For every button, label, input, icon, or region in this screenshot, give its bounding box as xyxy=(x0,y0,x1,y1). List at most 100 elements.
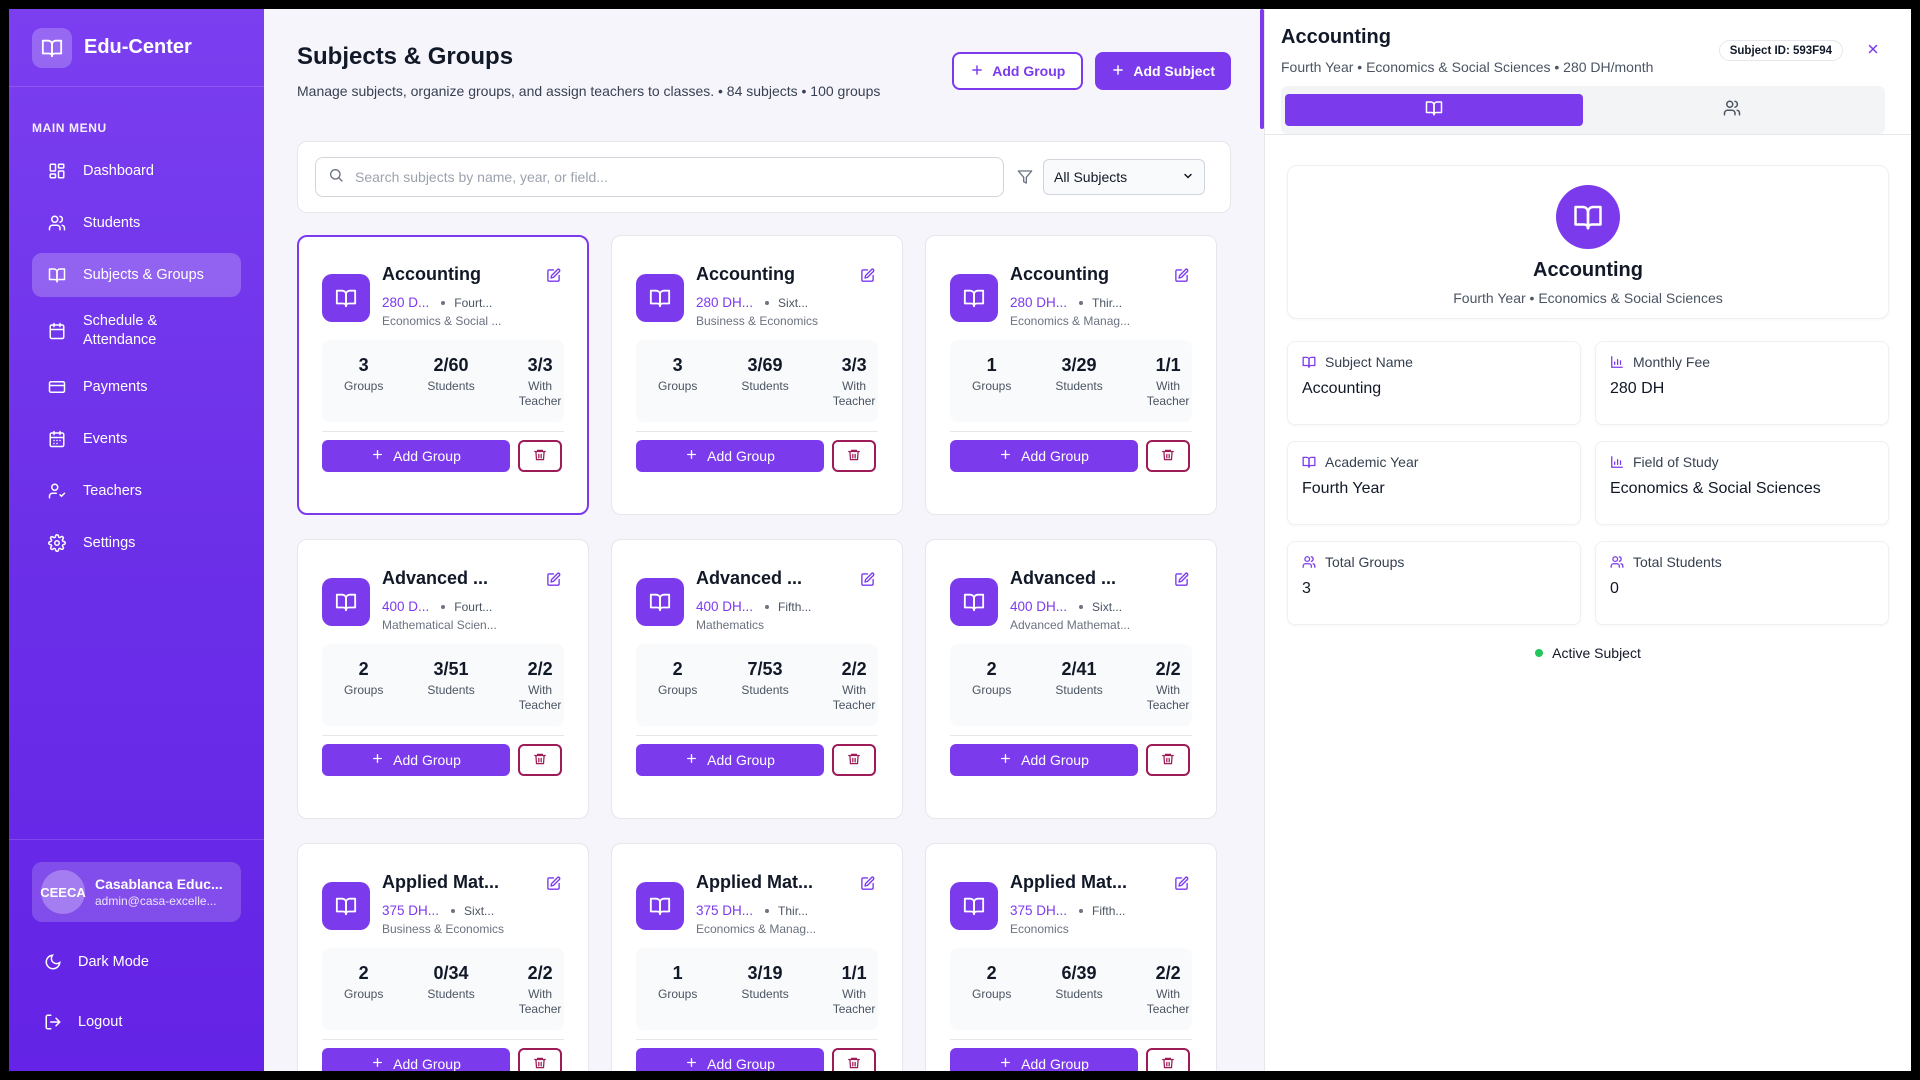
card-add-group-button[interactable]: Add Group xyxy=(636,744,824,776)
subject-card[interactable]: Advanced ... 400 D... Fourt... Mathemati… xyxy=(297,539,589,819)
delete-button[interactable] xyxy=(832,744,876,776)
subject-card[interactable]: Applied Mat... 375 DH... Fifth... Econom… xyxy=(925,843,1217,1071)
gear-icon xyxy=(48,534,66,552)
sidebar-item-settings[interactable]: Settings xyxy=(32,521,241,565)
subject-card[interactable]: Accounting 280 D... Fourt... Economics &… xyxy=(297,235,589,515)
add-subject-button[interactable]: Add Subject xyxy=(1095,52,1231,90)
logout-button[interactable]: Logout xyxy=(32,1002,241,1042)
teacher-icon xyxy=(48,482,66,500)
brand[interactable]: Edu-Center xyxy=(9,9,264,87)
edit-icon[interactable] xyxy=(542,568,564,590)
card-add-group-button[interactable]: Add Group xyxy=(950,1048,1138,1071)
tab-overview[interactable] xyxy=(1285,94,1583,126)
with-teacher-label: With Teacher xyxy=(1146,683,1190,712)
add-group-label: Add Group xyxy=(1021,752,1089,768)
edit-icon[interactable] xyxy=(1170,872,1192,894)
book-icon xyxy=(950,274,998,322)
subject-stats: 1 Groups 3/19 Students 1/1 With Teacher xyxy=(636,948,878,1030)
logout-label: Logout xyxy=(78,1014,123,1030)
card-add-group-button[interactable]: Add Group xyxy=(950,440,1138,472)
sidebar-item-payments[interactable]: Payments xyxy=(32,365,241,409)
subject-field: Economics & Manag... xyxy=(1010,314,1131,328)
edit-icon[interactable] xyxy=(856,872,878,894)
close-icon[interactable] xyxy=(1865,41,1881,57)
card-add-group-button[interactable]: Add Group xyxy=(950,744,1138,776)
details-subtitle: Fourth Year • Economics & Social Science… xyxy=(1281,59,1654,75)
delete-button[interactable] xyxy=(1146,744,1190,776)
groups-count: 2 xyxy=(672,659,683,679)
subject-card[interactable]: Advanced ... 400 DH... Fifth... Mathemat… xyxy=(611,539,903,819)
card-add-group-button[interactable]: Add Group xyxy=(322,440,510,472)
subject-card[interactable]: Applied Mat... 375 DH... Thir... Economi… xyxy=(611,843,903,1071)
delete-button[interactable] xyxy=(832,440,876,472)
tab-groups[interactable] xyxy=(1583,94,1881,126)
subject-card[interactable]: Accounting 280 DH... Thir... Economics &… xyxy=(925,235,1217,515)
plus-icon xyxy=(970,63,984,80)
edit-icon[interactable] xyxy=(1170,568,1192,590)
edit-icon[interactable] xyxy=(1170,264,1192,286)
add-group-button[interactable]: Add Group xyxy=(952,52,1084,90)
add-group-label: Add Group xyxy=(393,448,461,464)
add-group-label: Add Group xyxy=(707,752,775,768)
info-label: Total Groups xyxy=(1325,554,1405,570)
delete-button[interactable] xyxy=(518,440,562,472)
separator-dot xyxy=(765,908,770,913)
book-icon xyxy=(1302,455,1316,469)
edit-icon[interactable] xyxy=(542,264,564,286)
subject-card[interactable]: Advanced ... 400 DH... Sixt... Advanced … xyxy=(925,539,1217,819)
sidebar-item-label: Payments xyxy=(83,378,148,395)
groups-count: 2 xyxy=(358,659,369,679)
groups-label: Groups xyxy=(344,379,384,393)
info-label: Monthly Fee xyxy=(1633,354,1711,370)
separator-dot xyxy=(441,300,446,305)
sidebar-item-schedule-attendance[interactable]: Schedule & Attendance xyxy=(32,305,241,357)
sidebar-item-events[interactable]: Events xyxy=(32,417,241,461)
trash-icon xyxy=(533,752,547,769)
edit-icon[interactable] xyxy=(856,568,878,590)
sidebar-item-subjects-groups[interactable]: Subjects & Groups xyxy=(32,253,241,297)
card-add-group-button[interactable]: Add Group xyxy=(322,744,510,776)
delete-button[interactable] xyxy=(1146,440,1190,472)
subject-title: Accounting xyxy=(696,264,795,284)
subject-year: Fifth... xyxy=(778,599,812,614)
students-label: Students xyxy=(741,379,789,393)
user-profile-card[interactable]: CEECA Casablanca Educ... admin@casa-exce… xyxy=(32,862,241,922)
separator-dot xyxy=(1079,908,1084,913)
sidebar-item-dashboard[interactable]: Dashboard xyxy=(32,149,241,193)
subject-title: Advanced ... xyxy=(382,568,489,588)
sidebar-item-students[interactable]: Students xyxy=(32,201,241,245)
delete-button[interactable] xyxy=(518,1048,562,1071)
chevron-down-icon xyxy=(1182,169,1194,185)
info-value: Fourth Year xyxy=(1302,480,1385,497)
user-email: admin@casa-excelle... xyxy=(95,894,217,908)
subject-card[interactable]: Accounting 280 DH... Sixt... Business & … xyxy=(611,235,903,515)
info-value: Economics & Social Sciences xyxy=(1610,480,1821,497)
delete-button[interactable] xyxy=(1146,1048,1190,1071)
sidebar-item-teachers[interactable]: Teachers xyxy=(32,469,241,513)
main-menu: Dashboard Students Subjects & Groups Sch… xyxy=(9,149,264,565)
search-input[interactable] xyxy=(355,169,991,185)
details-tabs xyxy=(1281,86,1885,134)
trash-icon xyxy=(533,448,547,465)
students-count: 3/29 xyxy=(1061,355,1097,375)
edit-icon[interactable] xyxy=(542,872,564,894)
card-add-group-button[interactable]: Add Group xyxy=(636,1048,824,1071)
subject-title: Advanced ... xyxy=(696,568,803,588)
subject-filter-select[interactable]: All Subjects xyxy=(1043,159,1205,195)
subject-field: Business & Economics xyxy=(382,922,505,936)
menu-title: MAIN MENU xyxy=(32,121,107,135)
delete-button[interactable] xyxy=(518,744,562,776)
subject-card[interactable]: Applied Mat... 375 DH... Sixt... Busines… xyxy=(297,843,589,1071)
subject-field: Economics & Social ... xyxy=(382,314,502,328)
delete-button[interactable] xyxy=(832,1048,876,1071)
card-add-group-button[interactable]: Add Group xyxy=(322,1048,510,1071)
book-icon xyxy=(322,274,370,322)
dark-mode-toggle[interactable]: Dark Mode xyxy=(32,942,241,982)
students-label: Students xyxy=(1055,379,1103,393)
subject-stats: 3 Groups 3/69 Students 3/3 With Teacher xyxy=(636,340,878,422)
subject-stats: 2 Groups 7/53 Students 2/2 With Teacher xyxy=(636,644,878,726)
edit-icon[interactable] xyxy=(856,264,878,286)
card-add-group-button[interactable]: Add Group xyxy=(636,440,824,472)
subject-stats: 2 Groups 3/51 Students 2/2 With Teacher xyxy=(322,644,564,726)
hero-subtitle: Fourth Year • Economics & Social Science… xyxy=(1453,290,1723,306)
